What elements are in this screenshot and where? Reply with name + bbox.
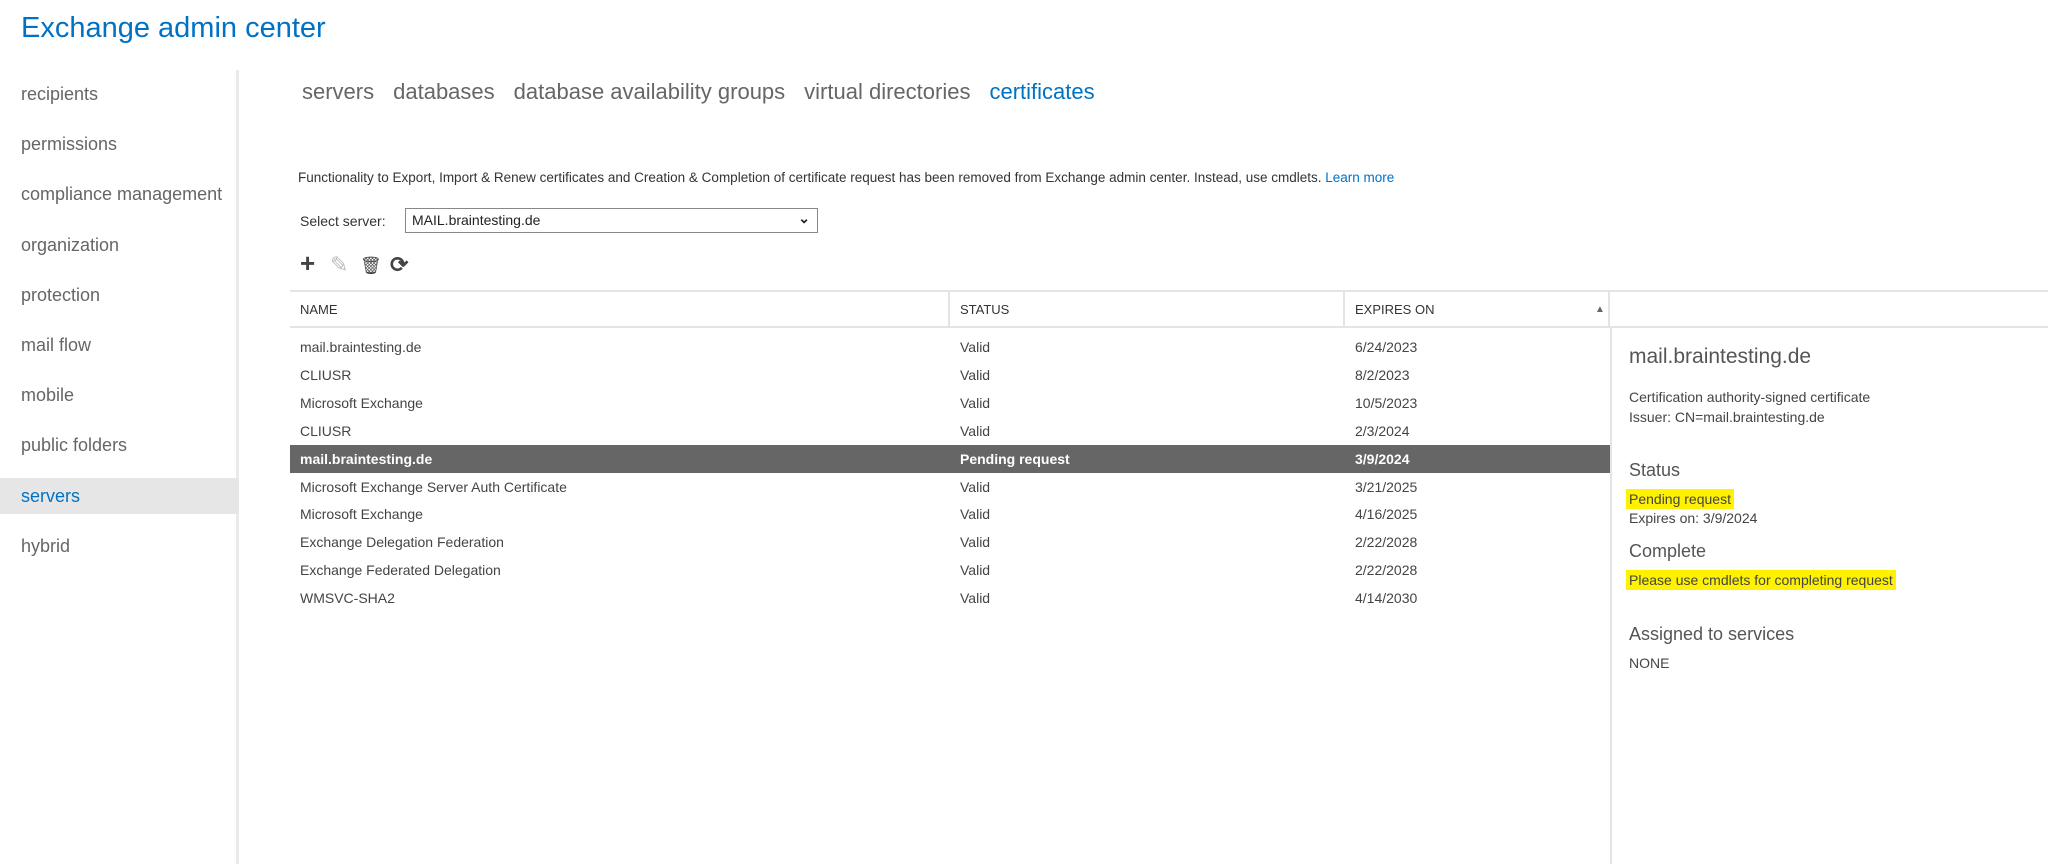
complete-heading: Complete <box>1629 541 1707 561</box>
cell-name: Microsoft Exchange <box>300 394 423 411</box>
details-divider <box>1610 328 1612 864</box>
sidebar-item-hybrid[interactable]: hybrid <box>0 528 239 564</box>
tab-bar: servers databases database availability gr… <box>302 79 1095 105</box>
column-header-name[interactable]: NAME <box>290 292 338 328</box>
sidebar-item-compliance-management[interactable]: compliance management <box>0 176 239 212</box>
table-row[interactable]: mail.braintesting.de Valid 6/24/2023 <box>290 333 1610 361</box>
table-row[interactable]: CLIUSR Valid 2/3/2024 <box>290 417 1610 445</box>
delete-icon[interactable]: 🗑 <box>360 256 382 276</box>
cell-status: Pending request <box>960 450 1070 467</box>
cell-expires: 2/22/2028 <box>1355 534 1418 551</box>
services-value: NONE <box>1629 655 1670 671</box>
app-title: Exchange admin center <box>21 12 326 44</box>
details-title: mail.braintesting.de <box>1629 345 1812 368</box>
cell-status: Valid <box>960 422 991 439</box>
table-row[interactable]: mail.braintesting.de Pending request 3/9/2… <box>290 444 1610 473</box>
column-header-expires[interactable]: EXPIRES ON <box>1345 292 1434 328</box>
certificate-issuer: Issuer: CN=mail.braintesting.de <box>1629 409 1825 425</box>
sidebar-item-mail-flow[interactable]: mail flow <box>0 327 239 363</box>
cell-status: Valid <box>960 590 991 607</box>
sidebar-item-mobile[interactable]: mobile <box>0 377 239 413</box>
tab-certificates[interactable]: certificates <box>989 79 1094 105</box>
expires-on: Expires on: 3/9/2024 <box>1629 510 1758 526</box>
add-icon[interactable]: + <box>300 248 315 279</box>
cell-name: Exchange Delegation Federation <box>300 534 504 551</box>
cell-expires: 10/5/2023 <box>1355 394 1418 411</box>
chevron-down-icon: ⌄ <box>798 210 810 226</box>
notice-text: Functionality to Export, Import & Renew … <box>298 170 1395 185</box>
sidebar-item-permissions[interactable]: permissions <box>0 126 239 162</box>
status-value: Pending request <box>1626 489 1734 509</box>
refresh-icon[interactable]: ⟳ <box>390 252 408 278</box>
cell-status: Valid <box>960 478 991 495</box>
sidebar-item-organization[interactable]: organization <box>0 227 239 263</box>
services-heading: Assigned to services <box>1629 624 1795 644</box>
table-row[interactable]: Exchange Delegation Federation Valid 2/22/… <box>290 528 1610 556</box>
cell-expires: 4/16/2025 <box>1355 506 1418 523</box>
table-row[interactable]: Microsoft Exchange Valid 10/5/2023 <box>290 389 1610 417</box>
table-row[interactable]: Microsoft Exchange Server Auth Certifica… <box>290 473 1610 501</box>
sort-ascending-icon: ▲ <box>1595 304 1605 315</box>
certificate-type: Certification authority-signed certifica… <box>1629 389 1871 405</box>
tab-databases[interactable]: databases <box>393 79 495 105</box>
sidebar: recipients permissions compliance manageme… <box>0 70 239 864</box>
server-select[interactable]: MAIL.braintesting.de ⌄ <box>405 208 818 233</box>
cell-expires: 2/3/2024 <box>1355 422 1410 439</box>
sidebar-item-recipients[interactable]: recipients <box>0 76 239 112</box>
cell-expires: 4/14/2030 <box>1355 590 1418 607</box>
cell-status: Valid <box>960 534 991 551</box>
cell-status: Valid <box>960 506 991 523</box>
status-heading: Status <box>1629 460 1681 480</box>
cell-name: Microsoft Exchange <box>300 506 423 523</box>
edit-icon[interactable]: ✎ <box>330 252 348 278</box>
tab-servers[interactable]: servers <box>302 79 374 105</box>
cell-name: mail.braintesting.de <box>300 339 422 355</box>
cell-status: Valid <box>960 562 991 579</box>
cell-name: Exchange Federated Delegation <box>300 562 501 579</box>
table-row[interactable]: Exchange Federated Delegation Valid 2/22/2… <box>290 556 1610 584</box>
table-row[interactable]: CLIUSR Valid 8/2/2023 <box>290 361 1610 389</box>
complete-text: Please use cmdlets for completing reques… <box>1626 570 1896 590</box>
cell-name: CLIUSR <box>300 366 352 383</box>
learn-more-link[interactable]: Learn more <box>1325 170 1394 185</box>
cell-name: Microsoft Exchange Server Auth Certifica… <box>300 478 567 495</box>
cell-expires: 3/9/2024 <box>1355 450 1410 467</box>
sidebar-item-public-folders[interactable]: public folders <box>0 427 239 463</box>
cell-expires: 8/2/2023 <box>1355 366 1410 383</box>
table-row[interactable]: WMSVC-SHA2 Valid 4/14/2030 <box>290 584 1610 612</box>
table-header: NAME STATUS EXPIRES ON ▲ <box>290 290 2048 328</box>
cell-status: Valid <box>960 366 991 383</box>
cell-status: Valid <box>960 339 991 355</box>
tab-database-availability-groups[interactable]: database availability groups <box>514 79 786 105</box>
cell-name: WMSVC-SHA2 <box>300 590 395 607</box>
select-server-label: Select server: <box>300 213 386 229</box>
tab-virtual-directories[interactable]: virtual directories <box>804 79 970 105</box>
cell-expires: 2/22/2028 <box>1355 562 1418 579</box>
cell-name: CLIUSR <box>300 422 352 439</box>
cell-expires: 3/21/2025 <box>1355 478 1418 495</box>
server-select-value: MAIL.braintesting.de <box>412 212 541 228</box>
cell-expires: 6/24/2023 <box>1355 339 1418 355</box>
sidebar-item-protection[interactable]: protection <box>0 277 239 313</box>
column-header-status[interactable]: STATUS <box>950 292 1009 328</box>
column-divider <box>1608 292 1610 328</box>
table-row[interactable]: Microsoft Exchange Valid 4/16/2025 <box>290 500 1610 528</box>
cell-name: mail.braintesting.de <box>300 450 433 467</box>
sidebar-item-servers[interactable]: servers <box>0 477 239 514</box>
cell-status: Valid <box>960 394 991 411</box>
